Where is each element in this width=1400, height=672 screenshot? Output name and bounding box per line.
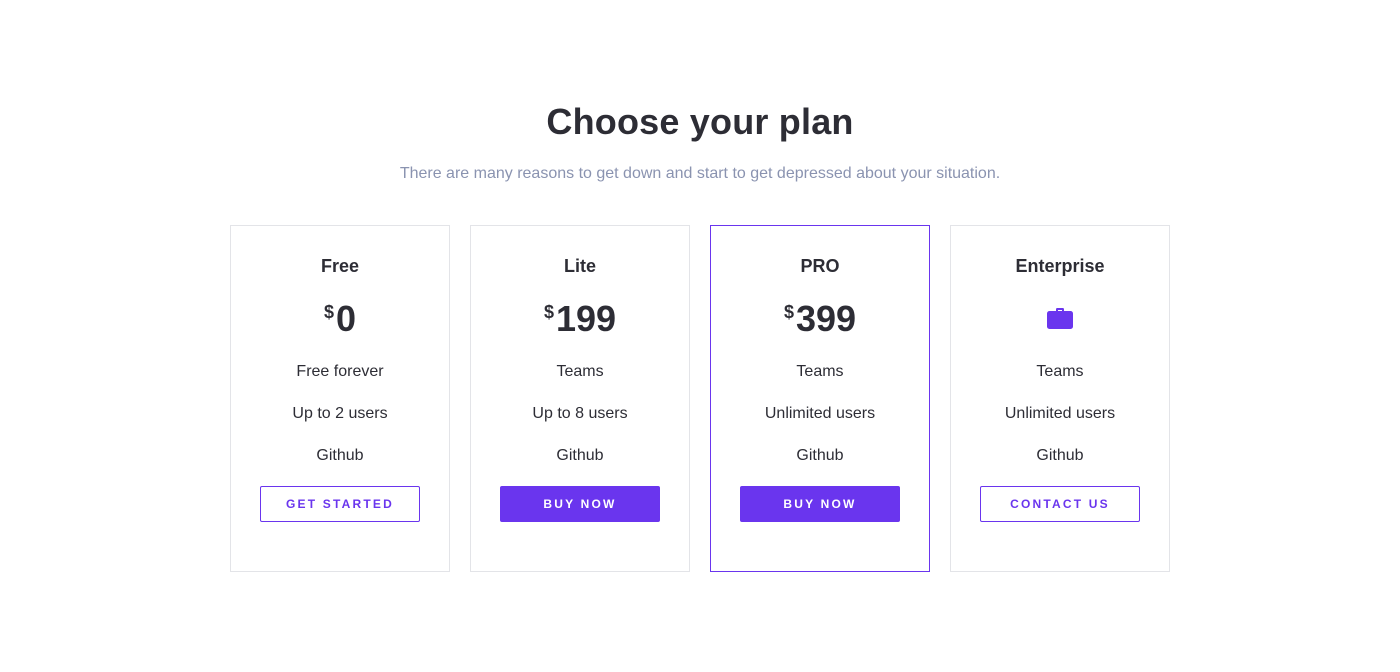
buy-now-button[interactable]: BUY NOW — [500, 486, 660, 522]
feature-item: Github — [1036, 447, 1084, 464]
feature-item: Teams — [796, 363, 844, 380]
feature-list: Teams Up to 8 users Github — [532, 362, 627, 488]
page-subtitle: There are many reasons to get down and s… — [399, 165, 1001, 182]
get-started-button[interactable]: GET STARTED — [260, 486, 420, 522]
feature-item: Github — [556, 447, 604, 464]
page-title: Choose your plan — [546, 101, 854, 142]
pricing-page: Choose your plan There are many reasons … — [0, 0, 1400, 672]
plan-name: Enterprise — [1015, 256, 1105, 276]
plans-row: Free $ 0 Free forever Up to 2 users Gith… — [230, 225, 1170, 572]
feature-item: Free forever — [296, 363, 384, 380]
price-amount: 399 — [795, 298, 857, 339]
plan-name: PRO — [800, 256, 840, 276]
contact-us-button[interactable]: CONTACT US — [980, 486, 1140, 522]
feature-item: Unlimited users — [1004, 405, 1116, 422]
feature-item: Teams — [1036, 363, 1084, 380]
feature-item: Unlimited users — [764, 405, 876, 422]
plan-name: Free — [320, 256, 360, 276]
currency-symbol: $ — [543, 302, 554, 322]
price-amount: 0 — [335, 298, 357, 339]
feature-item: Up to 2 users — [292, 405, 388, 422]
feature-list: Free forever Up to 2 users Github — [292, 362, 387, 488]
plan-card-free: Free $ 0 Free forever Up to 2 users Gith… — [230, 225, 450, 572]
currency-symbol: $ — [323, 302, 334, 322]
briefcase-icon — [1047, 308, 1073, 329]
feature-item: Github — [796, 447, 844, 464]
plan-price: $ 399 — [784, 296, 856, 346]
plan-card-pro: PRO $ 399 Teams Unlimited users Github B… — [710, 225, 930, 572]
price-amount: 199 — [555, 298, 617, 339]
plan-card-enterprise: Enterprise Teams Unlimited users Github … — [950, 225, 1170, 572]
feature-item: Up to 8 users — [532, 405, 628, 422]
feature-list: Teams Unlimited users Github — [765, 362, 875, 488]
buy-now-button[interactable]: BUY NOW — [740, 486, 900, 522]
plan-icon-wrap — [1046, 296, 1074, 346]
plan-price: $ 0 — [324, 296, 356, 346]
plan-card-lite: Lite $ 199 Teams Up to 8 users Github BU… — [470, 225, 690, 572]
feature-list: Teams Unlimited users Github — [1005, 362, 1115, 488]
plan-name: Lite — [563, 256, 596, 276]
feature-item: Teams — [556, 363, 604, 380]
plan-price: $ 199 — [544, 296, 616, 346]
feature-item: Github — [316, 447, 364, 464]
currency-symbol: $ — [783, 302, 794, 322]
